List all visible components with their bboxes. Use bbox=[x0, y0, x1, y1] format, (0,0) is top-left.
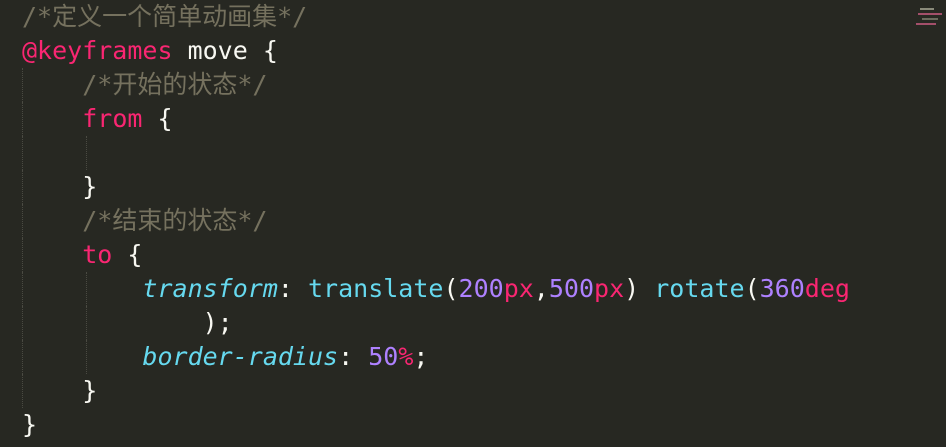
colon: : bbox=[277, 274, 308, 303]
code-line-11: border-radius: 50%; bbox=[22, 340, 946, 374]
indent-guide bbox=[86, 340, 87, 374]
code-line-6: } bbox=[22, 170, 946, 204]
indent-guide bbox=[22, 306, 23, 340]
brace: { bbox=[112, 240, 143, 269]
comment: /*定义一个简单动画集*/ bbox=[22, 2, 308, 31]
indent-guide bbox=[22, 102, 23, 136]
comment: /*结束的状态*/ bbox=[82, 206, 268, 235]
number: 360 bbox=[759, 274, 805, 303]
indent-guide bbox=[22, 136, 23, 170]
code-line-7: /*结束的状态*/ bbox=[22, 204, 946, 238]
number: 200 bbox=[458, 274, 504, 303]
comment: /*开始的状态*/ bbox=[82, 70, 268, 99]
brace: } bbox=[22, 410, 38, 439]
code-line-2: @keyframes move { bbox=[22, 34, 946, 68]
code-line-9: transform: translate(200px,500px) rotate… bbox=[22, 272, 946, 306]
code-line-4: from { bbox=[22, 102, 946, 136]
brace: } bbox=[82, 172, 98, 201]
code-line-5 bbox=[22, 136, 946, 170]
comma: , bbox=[533, 274, 549, 303]
unit: px bbox=[594, 274, 625, 303]
indent-guide bbox=[22, 170, 23, 204]
animation-name: move bbox=[172, 36, 263, 65]
keyframe-selector: from bbox=[82, 104, 143, 133]
paren: ( bbox=[744, 274, 760, 303]
wrapped-tail: ); bbox=[202, 308, 233, 337]
code-line-1: /*定义一个简单动画集*/ bbox=[22, 0, 946, 34]
keyframe-selector: to bbox=[82, 240, 113, 269]
indent-guide bbox=[86, 136, 87, 170]
code-line-3: /*开始的状态*/ bbox=[22, 68, 946, 102]
paren: ( bbox=[443, 274, 459, 303]
indent-guide bbox=[22, 374, 23, 408]
css-function: translate bbox=[308, 274, 444, 303]
brace: { bbox=[142, 104, 173, 133]
brace: } bbox=[82, 376, 98, 405]
indent-guide bbox=[86, 272, 87, 306]
indent-guide bbox=[22, 238, 23, 272]
number: 500 bbox=[548, 274, 595, 303]
css-property: transform bbox=[142, 274, 278, 303]
brace: { bbox=[262, 36, 278, 65]
indent-guide bbox=[22, 204, 23, 238]
paren: ) bbox=[624, 274, 640, 303]
css-function: rotate bbox=[654, 274, 745, 303]
code-area[interactable]: /*定义一个简单动画集*/ @keyframes move { /*开始的状态*… bbox=[22, 0, 946, 447]
code-line-8: to { bbox=[22, 238, 946, 272]
code-line-12: } bbox=[22, 374, 946, 408]
indent-guide bbox=[22, 340, 23, 374]
unit: deg bbox=[804, 274, 850, 303]
number: 50 bbox=[368, 342, 399, 371]
colon: : bbox=[338, 342, 369, 371]
indent-guide bbox=[22, 68, 23, 102]
at-rule-keyword: @keyframes bbox=[22, 36, 173, 65]
code-editor[interactable]: /*定义一个简单动画集*/ @keyframes move { /*开始的状态*… bbox=[0, 0, 946, 447]
css-property: border-radius bbox=[142, 342, 339, 371]
unit: px bbox=[503, 274, 534, 303]
indent-guide bbox=[86, 306, 87, 340]
code-line-13: } bbox=[22, 408, 946, 442]
unit: % bbox=[398, 342, 414, 371]
code-line-10: ); bbox=[22, 306, 946, 340]
semicolon: ; bbox=[413, 342, 429, 371]
indent-guide bbox=[22, 272, 23, 306]
